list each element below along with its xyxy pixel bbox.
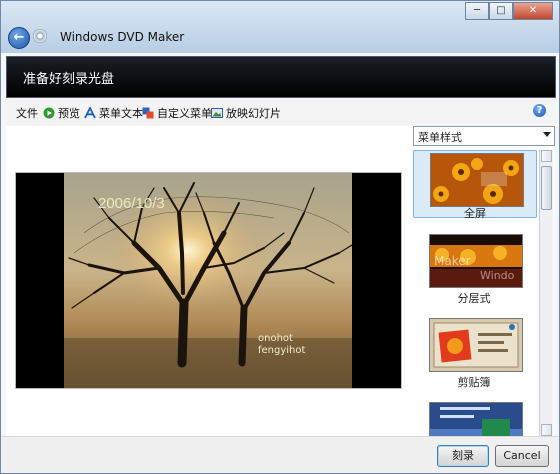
- window-controls: ─ □ ✕: [465, 2, 553, 20]
- play-icon: [43, 107, 55, 119]
- toolbar-preview[interactable]: 预览: [43, 105, 80, 121]
- dvd-maker-window: ─ □ ✕ ← Windows DVD Maker 准备好刻录光盘 文件 预览 …: [0, 0, 560, 474]
- style-thumbnail: [429, 402, 523, 436]
- toolbar-file[interactable]: 文件: [16, 105, 38, 121]
- menu-style-label: 分层式: [457, 292, 491, 305]
- toolbar-file-label: 文件: [16, 107, 38, 120]
- svg-text:Windo: Windo: [480, 269, 515, 282]
- back-arrow-icon[interactable]: ←: [8, 27, 30, 49]
- style-thumbnail: [429, 318, 523, 372]
- toolbar: 文件 预览 菜单文本 自定义菜单 放映幻灯片 ?: [6, 98, 554, 127]
- toolbar-menu-text[interactable]: 菜单文本: [84, 105, 143, 121]
- toolbar-slideshow-label: 放映幻灯片: [226, 107, 281, 120]
- toolbar-menu-text-label: 菜单文本: [99, 107, 143, 120]
- toolbar-customize-menu[interactable]: 自定义菜单: [142, 105, 212, 121]
- toolbar-preview-label: 预览: [58, 107, 80, 120]
- maximize-button[interactable]: □: [489, 2, 513, 20]
- toolbar-slideshow[interactable]: 放映幻灯片: [211, 105, 281, 121]
- burn-button[interactable]: 刻录: [437, 445, 489, 467]
- scroll-up-arrow-icon[interactable]: [541, 150, 552, 162]
- preview-photo: 2006/10/3 onohot fengyihot: [64, 173, 352, 388]
- scroll-down-arrow-icon[interactable]: [541, 424, 552, 436]
- menu-style-item[interactable]: Maker Windo 分层式: [413, 234, 535, 305]
- text-a-icon: [84, 105, 96, 119]
- scrollbar-thumb[interactable]: [541, 166, 552, 210]
- menu-style-item[interactable]: [413, 402, 535, 436]
- chevron-down-icon: [543, 132, 551, 137]
- svg-text:Maker: Maker: [434, 254, 471, 268]
- menu-style-list: 全屏 Maker Windo 分层式 剪贴簿: [413, 150, 537, 436]
- menu-style-label: 全屏: [464, 207, 486, 220]
- page-banner: 准备好刻录光盘: [6, 56, 556, 98]
- cancel-button[interactable]: Cancel: [495, 445, 549, 467]
- window-title: Windows DVD Maker: [60, 30, 185, 44]
- help-icon[interactable]: ?: [533, 104, 546, 117]
- menu-style-dropdown[interactable]: 菜单样式: [413, 126, 555, 146]
- style-thumbnail: [430, 153, 524, 207]
- preview-date-text: 2006/10/3: [98, 195, 165, 212]
- menu-style-item[interactable]: 全屏: [413, 150, 537, 220]
- menu-style-scrollbar[interactable]: [539, 150, 553, 436]
- preview-caption-1[interactable]: onohot: [258, 333, 293, 344]
- footer-bar: 刻录 Cancel: [1, 436, 559, 473]
- title-bar: ─ □ ✕ ← Windows DVD Maker: [1, 1, 559, 53]
- main-content: 2006/10/3 onohot fengyihot 菜单样式 全屏 Maker…: [6, 126, 555, 436]
- menu-style-label: 剪贴簿: [457, 376, 491, 389]
- customize-menu-icon: [142, 107, 154, 119]
- minimize-button[interactable]: ─: [465, 2, 489, 20]
- dvd-disc-icon: [33, 29, 47, 43]
- preview-caption-2[interactable]: fengyihot: [258, 345, 305, 356]
- menu-style-item[interactable]: 剪贴簿: [413, 318, 535, 389]
- style-thumbnail: Maker Windo: [429, 234, 523, 288]
- close-button[interactable]: ✕: [513, 2, 553, 20]
- toolbar-customize-menu-label: 自定义菜单: [157, 107, 212, 120]
- menu-style-dropdown-value: 菜单样式: [418, 131, 462, 144]
- menu-preview: 2006/10/3 onohot fengyihot: [16, 173, 401, 388]
- slideshow-icon: [211, 107, 223, 119]
- page-title: 准备好刻录光盘: [23, 72, 115, 87]
